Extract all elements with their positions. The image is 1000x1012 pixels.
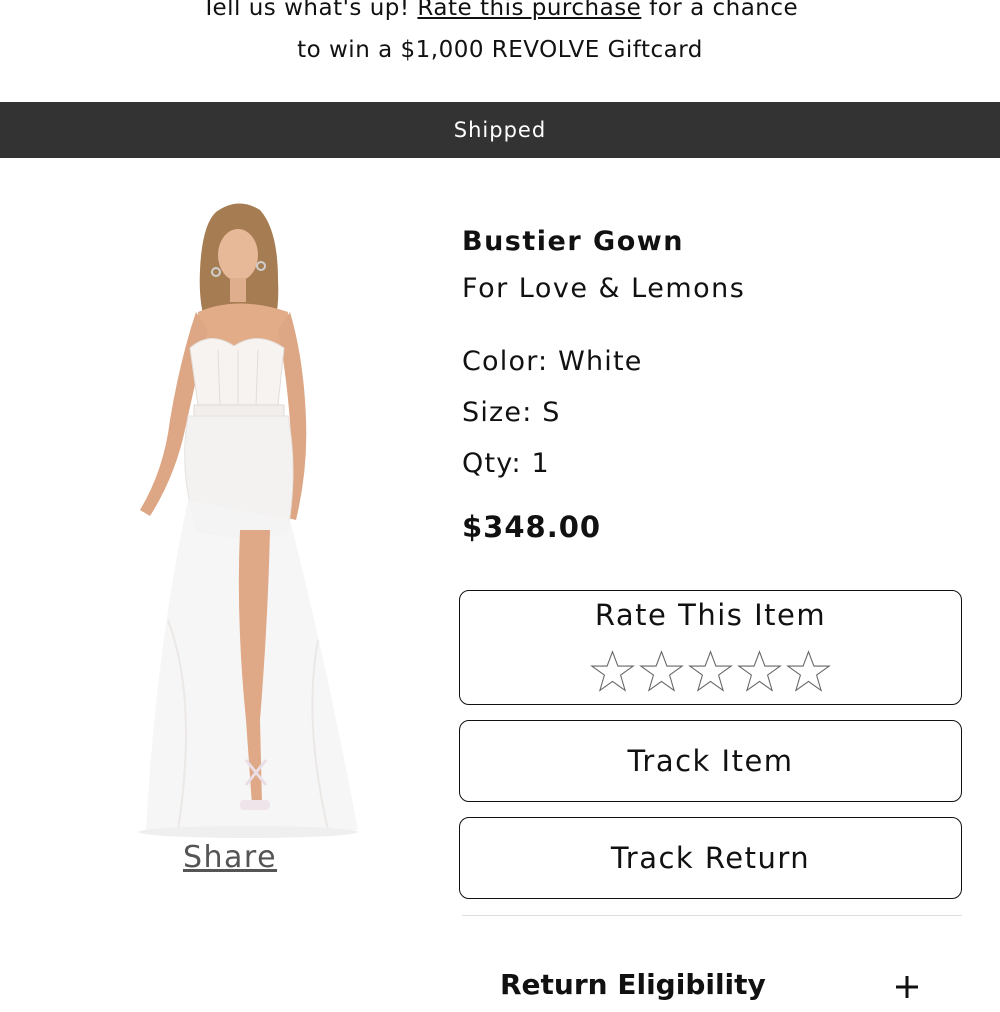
product-brand[interactable]: For Love & Lemons [462,264,962,314]
track-item-button[interactable]: Track Item [459,720,962,802]
star-outline-icon[interactable] [590,649,635,694]
plus-icon[interactable] [892,962,922,1012]
star-outline-icon[interactable] [737,649,782,694]
product-size: Size: S [462,397,561,428]
track-return-button[interactable]: Track Return [459,817,962,899]
star-rating[interactable] [460,649,961,695]
rate-item-box: Rate This Item [459,590,962,705]
product-color: Color: White [462,346,643,377]
product-attributes: Color: White Size: S Qty: 1 [462,336,962,489]
star-outline-icon[interactable] [639,649,684,694]
return-eligibility-toggle[interactable]: Return Eligibility [462,960,922,1010]
product-price: $348.00 [462,510,602,544]
divider [462,915,962,916]
promo-line-1: Tell us what's up! Rate this purchase fo… [0,0,1000,28]
promo-prefix: Tell us what's up! [201,0,410,21]
star-outline-icon[interactable] [786,649,831,694]
rate-item-label: Rate This Item [594,598,827,632]
promo-banner: Tell us what's up! Rate this purchase fo… [0,0,1000,102]
product-details: Bustier Gown For Love & Lemons Color: Wh… [462,220,962,547]
status-label: Shipped [453,118,547,142]
order-status-bar: Shipped [0,102,1000,158]
return-eligibility-label: Return Eligibility [500,968,766,1001]
rate-purchase-link[interactable]: Rate this purchase [417,0,641,21]
promo-suffix: for a chance [649,0,799,21]
product-name[interactable]: Bustier Gown [462,220,962,264]
promo-line-2: to win a $1,000 REVOLVE Giftcard [297,37,703,63]
product-qty: Qty: 1 [462,448,550,479]
star-outline-icon[interactable] [688,649,733,694]
share-link[interactable]: Share [130,840,330,875]
product-image[interactable] [128,200,368,840]
